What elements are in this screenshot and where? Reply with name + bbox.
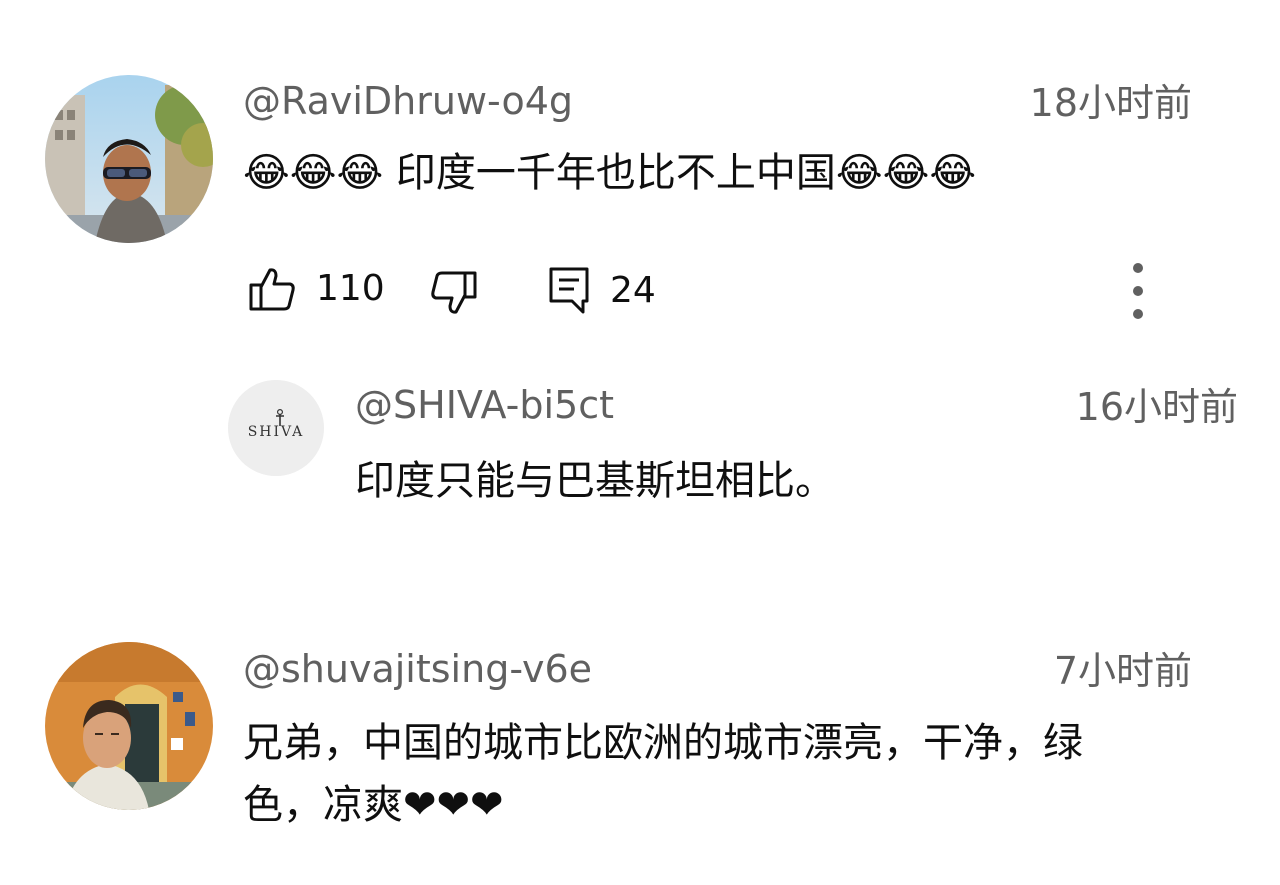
like-count: 110 — [316, 268, 385, 309]
comment-author[interactable]: @RaviDhruw-o4g — [243, 82, 573, 120]
more-vertical-icon — [1126, 262, 1150, 320]
more-button[interactable] — [1126, 262, 1150, 320]
shiva-logo-icon: SHIVA — [228, 380, 324, 476]
comment-timestamp: 7小时前 — [1053, 649, 1192, 693]
reply-count: 24 — [610, 270, 656, 311]
svg-text:SHIVA: SHIVA — [248, 424, 305, 440]
avatar[interactable] — [45, 75, 213, 243]
comment-timestamp: 18小时前 — [1029, 81, 1192, 125]
reply-text: 印度只能与巴基斯坦相比。 — [355, 458, 835, 504]
user-avatar-illustration-icon — [45, 642, 213, 810]
avatar[interactable]: SHIVA — [228, 380, 324, 476]
reply-timestamp: 16小时前 — [1075, 385, 1238, 429]
comment-author[interactable]: @shuvajitsing-v6e — [243, 650, 592, 688]
like-button[interactable]: 110 — [248, 266, 385, 312]
reply-icon — [548, 266, 590, 316]
thumbs-down-icon — [430, 270, 478, 316]
comment-thread-1: @RaviDhruw-o4g 18小时前 😂😂😂 印度一千年也比不上中国😂😂😂 … — [0, 0, 1280, 340]
reply-author[interactable]: @SHIVA-bi5ct — [355, 386, 614, 424]
reply-button[interactable]: 24 — [548, 266, 656, 316]
dislike-button[interactable] — [430, 270, 478, 316]
thumbs-up-icon — [248, 266, 296, 312]
user-avatar-photo-icon — [45, 75, 213, 243]
comment-thread-2: @shuvajitsing-v6e 7小时前 兄弟，中国的城市比欧洲的城市漂亮，… — [0, 620, 1280, 885]
comment-text: 兄弟，中国的城市比欧洲的城市漂亮，干净，绿色，凉爽❤❤❤ — [243, 720, 1083, 828]
avatar[interactable] — [45, 642, 213, 810]
comment-text: 😂😂😂 印度一千年也比不上中国😂😂😂 — [243, 150, 977, 196]
reply-thread: SHIVA @SHIVA-bi5ct 16小时前 印度只能与巴基斯坦相比。 — [0, 360, 1280, 560]
